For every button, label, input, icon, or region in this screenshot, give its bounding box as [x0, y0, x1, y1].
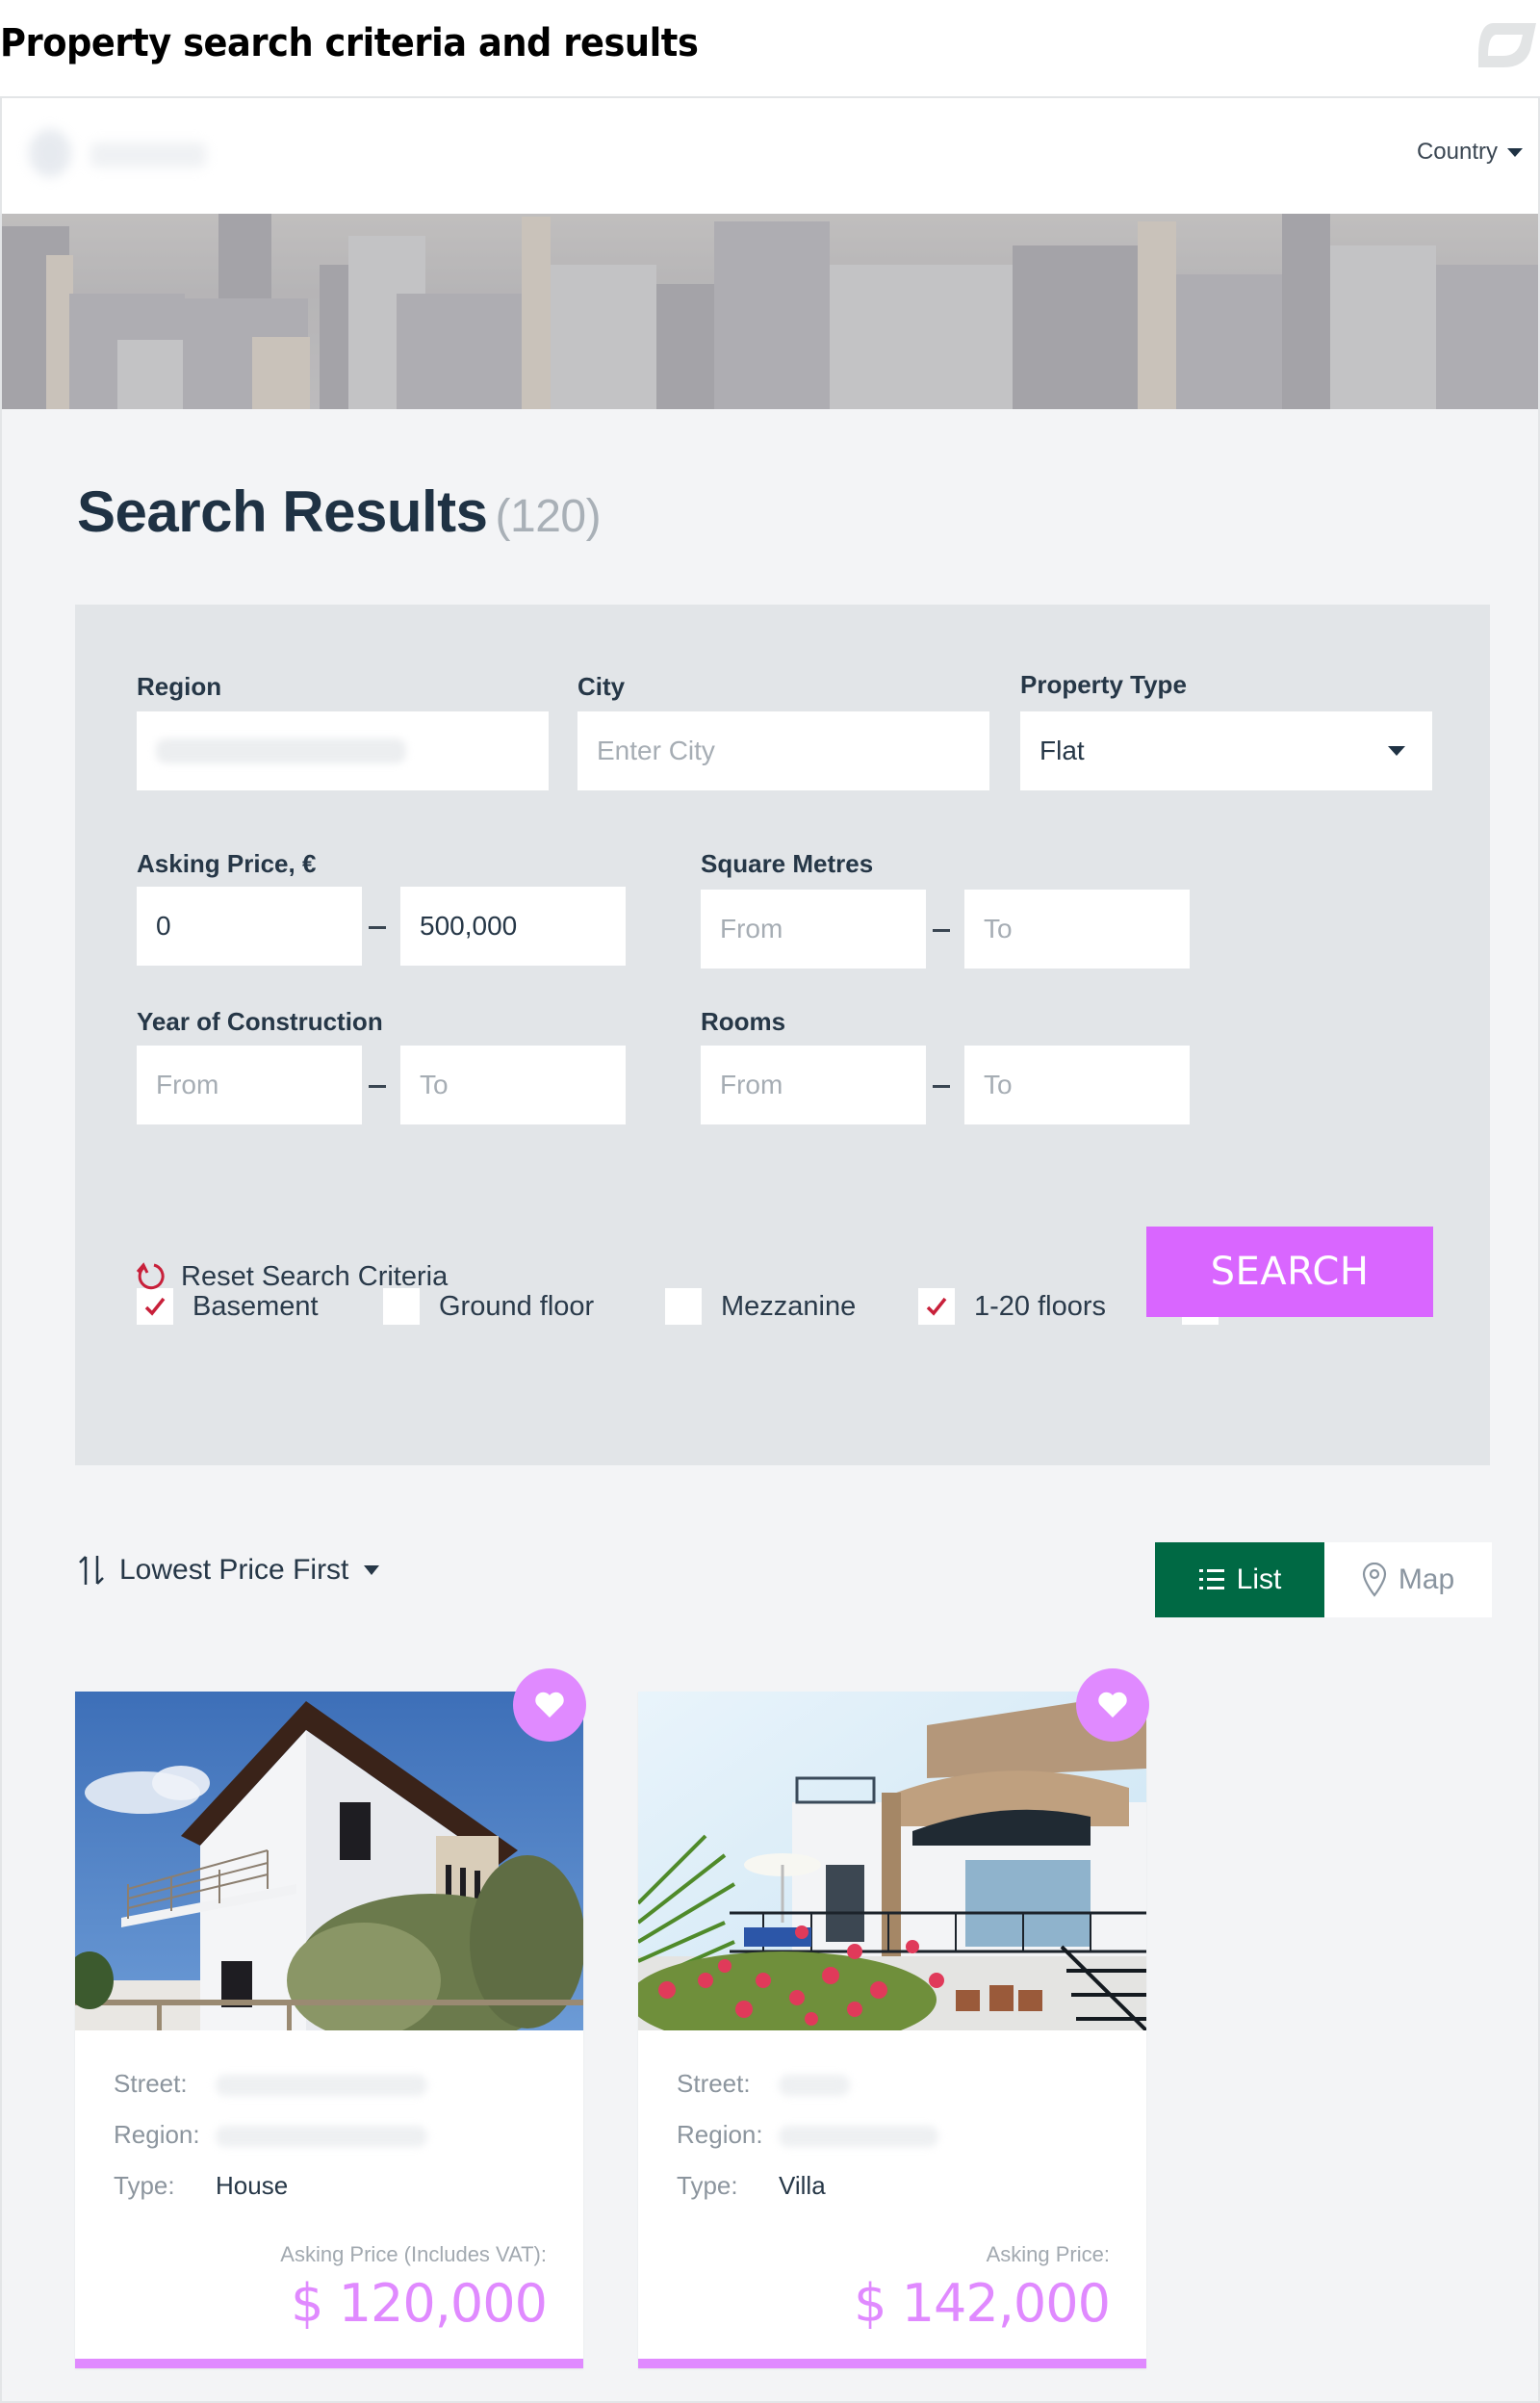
sort-arrows-icon [79, 1556, 104, 1585]
type-value: Villa [779, 2171, 826, 2200]
checkbox[interactable] [665, 1288, 702, 1325]
listing-card[interactable]: Street: Region: Type: House Asking Price… [75, 1668, 586, 2368]
site-logo[interactable] [19, 119, 212, 187]
type-label: Type: [677, 2171, 738, 2200]
card-accent-bar [75, 2359, 583, 2368]
rooms-label: Rooms [701, 1007, 786, 1036]
country-selector[interactable]: Country [1417, 139, 1523, 166]
reset-icon [136, 1262, 165, 1290]
checkbox-label: Basement [192, 1290, 319, 1322]
checkbox-label: 1-20 floors [974, 1290, 1107, 1322]
street-value-redacted [216, 2075, 427, 2096]
property-type-select[interactable]: Flat [1020, 711, 1432, 790]
region-value-redacted [216, 2126, 427, 2147]
card-accent-bar [638, 2359, 1146, 2368]
city-skyline-banner [2, 214, 1538, 409]
chevron-down-icon [1388, 746, 1405, 756]
square-metres-from-input[interactable]: From [701, 890, 926, 969]
city-label: City [578, 672, 626, 701]
reset-label: Reset Search Criteria [181, 1260, 449, 1292]
rooms-to-input[interactable]: To [964, 1046, 1190, 1124]
region-value-redacted [779, 2126, 938, 2147]
asking-price-label: Asking Price: [986, 2242, 1110, 2266]
range-separator [369, 926, 386, 929]
street-label: Street: [677, 2069, 751, 2098]
listing-type-row: Type: House [114, 2171, 288, 2201]
asking-price-from-input[interactable]: 0 [137, 887, 362, 966]
listing-photo-villa[interactable] [638, 1692, 1146, 2030]
listing-card[interactable]: Street: Region: Type: Villa Asking Price… [638, 1668, 1149, 2368]
floor-checkbox-mezzanine[interactable]: Mezzanine [665, 1288, 856, 1325]
search-results-title: Search Results [77, 479, 488, 544]
year-of-construction-label: Year of Construction [137, 1007, 383, 1036]
chevron-down-icon [364, 1565, 380, 1575]
search-results-heading: Search Results (120) [77, 478, 602, 545]
list-view-label: List [1236, 1563, 1282, 1595]
region-input[interactable] [137, 711, 549, 790]
map-pin-icon [1362, 1563, 1386, 1597]
search-criteria-panel: Region City Enter City Property Type Fla… [75, 605, 1490, 1465]
floor-checkbox-1-20-floors[interactable]: 1-20 floors [918, 1288, 1106, 1325]
property-type-value: Flat [1040, 736, 1085, 765]
asking-price-label: Asking Price, € [137, 849, 317, 878]
range-separator [369, 1085, 386, 1088]
asking-price-value: $ 120,000 [291, 2273, 548, 2334]
type-value: House [216, 2171, 289, 2200]
reset-search-criteria-link[interactable]: Reset Search Criteria [133, 1259, 448, 1294]
square-metres-to-input[interactable]: To [964, 890, 1190, 969]
asking-price-label: Asking Price (Includes VAT): [280, 2242, 547, 2266]
listing-type-row: Type: Villa [677, 2171, 826, 2201]
listing-street-row: Street: [114, 2069, 427, 2099]
checkbox[interactable] [918, 1288, 955, 1325]
list-view-button[interactable]: List [1155, 1542, 1324, 1617]
favorite-button[interactable] [1076, 1668, 1149, 1742]
range-separator [933, 929, 950, 932]
asking-price-value: $ 142,000 [854, 2273, 1111, 2334]
year-to-input[interactable]: To [400, 1046, 626, 1124]
favorite-button[interactable] [513, 1668, 586, 1742]
heart-icon [535, 1692, 564, 1718]
street-value-redacted [779, 2075, 850, 2096]
region-label: Region: [677, 2120, 763, 2149]
listing-photo-house[interactable] [75, 1692, 583, 2030]
square-metres-label: Square Metres [701, 849, 874, 878]
list-icon [1198, 1569, 1224, 1589]
asking-price-to-input[interactable]: 500,000 [400, 887, 626, 966]
street-label: Street: [114, 2069, 188, 2098]
listing-region-row: Region: [114, 2120, 427, 2150]
checkmark-icon [926, 1297, 947, 1316]
region-label: Region [137, 672, 222, 701]
chevron-down-icon [1507, 147, 1523, 157]
sort-label: Lowest Price First [119, 1554, 349, 1586]
brand-logo-icon [1478, 23, 1536, 67]
country-selector-label: Country [1416, 139, 1498, 165]
listing-region-row: Region: [677, 2120, 938, 2150]
map-view-label: Map [1398, 1563, 1455, 1595]
region-label: Region: [114, 2120, 200, 2149]
city-input[interactable]: Enter City [578, 711, 989, 790]
search-button[interactable]: SEARCH [1146, 1227, 1433, 1317]
view-toggle: List Map [1155, 1542, 1492, 1617]
heart-icon [1098, 1692, 1127, 1718]
checkbox-label: Mezzanine [721, 1290, 857, 1322]
sort-dropdown[interactable]: Lowest Price First [77, 1554, 380, 1587]
rooms-from-input[interactable]: From [701, 1046, 926, 1124]
property-type-label: Property Type [1020, 670, 1187, 699]
map-view-button[interactable]: Map [1324, 1542, 1492, 1617]
listing-street-row: Street: [677, 2069, 850, 2099]
page-caption: Property search criteria and results [0, 21, 699, 65]
app-frame: Country Search Results(120) Region City [0, 96, 1540, 2403]
type-label: Type: [114, 2171, 175, 2200]
range-separator [933, 1085, 950, 1088]
search-results-count: (120) [495, 491, 602, 542]
year-from-input[interactable]: From [137, 1046, 362, 1124]
checkbox-label: Ground floor [439, 1290, 595, 1322]
top-navigation-bar: Country [2, 98, 1538, 214]
checkmark-icon [144, 1297, 166, 1316]
